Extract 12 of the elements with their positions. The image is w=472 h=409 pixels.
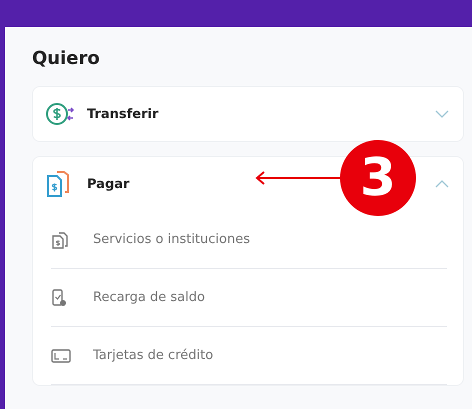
menu-item[interactable]: Servicios o instituciones: [93, 232, 250, 247]
section-heading: Quiero: [32, 47, 101, 71]
transfer-icon: [45, 101, 75, 127]
menu-item[interactable]: Recarga de saldo: [93, 290, 205, 305]
document-dollar-icon: [45, 170, 71, 198]
phone-icon: [51, 288, 67, 306]
menu-item[interactable]: Tarjetas de crédito: [93, 348, 214, 363]
document-dollar-icon: [51, 230, 69, 248]
accordion-title[interactable]: Transferir: [87, 106, 435, 122]
chevron-up-icon[interactable]: [435, 180, 449, 188]
chevron-down-icon[interactable]: [435, 110, 449, 118]
card-icon: [51, 348, 71, 362]
